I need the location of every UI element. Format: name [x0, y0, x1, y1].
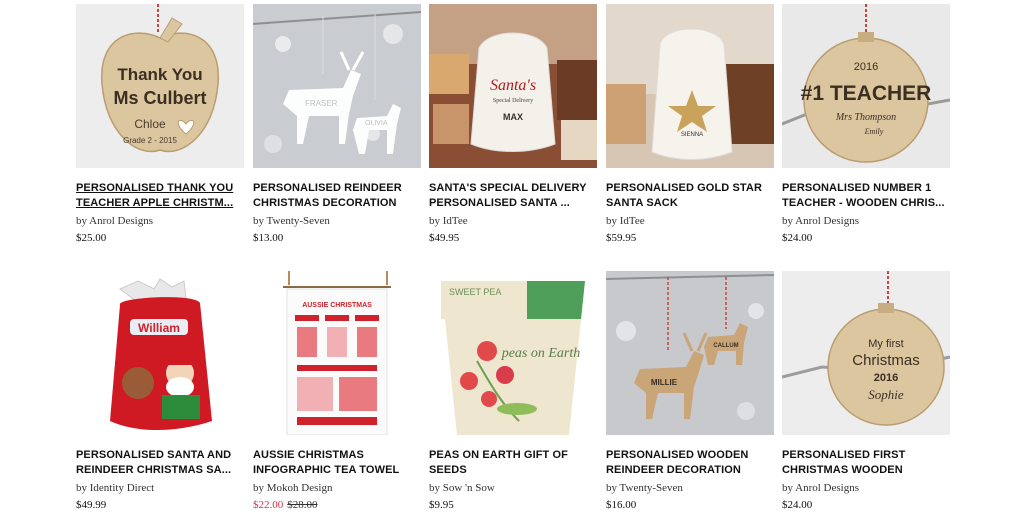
product-title[interactable]: PERSONALISED NUMBER 1 TEACHER - WOODEN C…: [782, 181, 950, 211]
product-image[interactable]: Santa's Special Delivery MAX: [429, 4, 597, 168]
sale-price: $22.00: [253, 499, 284, 511]
svg-text:2016: 2016: [854, 61, 878, 73]
svg-text:SWEET PEA: SWEET PEA: [449, 287, 501, 297]
svg-text:MAX: MAX: [503, 112, 523, 122]
svg-text:Santa's: Santa's: [490, 77, 536, 94]
svg-text:Mrs Thompson: Mrs Thompson: [835, 112, 896, 123]
product-card[interactable]: SWEET PEA peas on Earth PEAS ON EARTH GI…: [429, 271, 597, 512]
svg-text:AUSSIE CHRISTMAS: AUSSIE CHRISTMAS: [302, 302, 372, 309]
svg-text:Grade 2 - 2015: Grade 2 - 2015: [123, 136, 177, 145]
product-price: $9.95: [429, 499, 454, 511]
product-card[interactable]: FRASER OLIVIA PERSONALISED REINDEER CHRI…: [253, 4, 421, 245]
product-brand[interactable]: by Sow 'n Sow: [429, 481, 597, 495]
product-image[interactable]: William: [76, 271, 244, 435]
product-image[interactable]: SIENNA: [606, 4, 774, 168]
product-title[interactable]: PERSONALISED GOLD STAR SANTA SACK: [606, 181, 774, 211]
svg-text:My first: My first: [868, 338, 903, 350]
svg-text:MILLIE: MILLIE: [651, 378, 678, 387]
original-price: $28.00: [287, 499, 318, 511]
product-title[interactable]: PERSONALISED FIRST CHRISTMAS WOODEN: [782, 448, 950, 478]
svg-text:William: William: [138, 321, 180, 335]
svg-text:Special Delivery: Special Delivery: [493, 98, 533, 104]
image-text: Thank You: [117, 65, 202, 84]
product-price: $16.00: [606, 499, 637, 511]
product-price: $24.00: [782, 499, 813, 511]
svg-text:FRASER: FRASER: [305, 99, 338, 108]
product-brand[interactable]: by Twenty-Seven: [253, 214, 421, 228]
svg-text:2016: 2016: [874, 372, 898, 384]
product-price: $24.00: [782, 232, 813, 244]
svg-text:peas on Earth: peas on Earth: [501, 346, 581, 361]
product-title[interactable]: PERSONALISED THANK YOU TEACHER APPLE CHR…: [76, 181, 244, 211]
svg-text:#1 TEACHER: #1 TEACHER: [801, 82, 932, 105]
product-title[interactable]: PERSONALISED REINDEER CHRISTMAS DECORATI…: [253, 181, 421, 211]
product-image[interactable]: 2016 #1 TEACHER Mrs Thompson Emily: [782, 4, 950, 168]
product-price: $59.95: [606, 232, 637, 244]
product-title[interactable]: AUSSIE CHRISTMAS INFOGRAPHIC TEA TOWEL: [253, 448, 421, 478]
product-image[interactable]: FRASER OLIVIA: [253, 4, 421, 168]
product-card[interactable]: SIENNA PERSONALISED GOLD STAR SANTA SACK…: [606, 4, 774, 245]
product-title[interactable]: SANTA'S SPECIAL DELIVERY PERSONALISED SA…: [429, 181, 597, 211]
svg-text:CALLUM: CALLUM: [713, 343, 738, 349]
product-brand[interactable]: by Twenty-Seven: [606, 481, 774, 495]
product-brand[interactable]: by Anrol Designs: [782, 214, 950, 228]
product-card[interactable]: William PERSONALISED SANTA AND REINDEER …: [76, 271, 244, 512]
product-card[interactable]: Thank You Ms Culbert Chloe Grade 2 - 201…: [76, 4, 244, 245]
product-card[interactable]: AUSSIE CHRISTMAS AUSSIE CHRISTMAS INFOGR…: [253, 271, 421, 512]
svg-text:SIENNA: SIENNA: [681, 132, 703, 138]
svg-text:Christmas: Christmas: [852, 352, 920, 369]
product-image[interactable]: My first Christmas 2016 Sophie: [782, 271, 950, 435]
product-price: $22.00 $28.00: [253, 498, 421, 512]
svg-text:Sophie: Sophie: [868, 387, 904, 402]
svg-text:Chloe: Chloe: [134, 117, 166, 131]
product-brand[interactable]: by IdTee: [429, 214, 597, 228]
svg-text:Ms Culbert: Ms Culbert: [113, 88, 206, 108]
product-brand[interactable]: by Mokoh Design: [253, 481, 421, 495]
product-title[interactable]: PERSONALISED WOODEN REINDEER DECORATION: [606, 448, 774, 478]
product-card[interactable]: My first Christmas 2016 Sophie PERSONALI…: [782, 271, 950, 512]
product-price: $49.99: [76, 499, 107, 511]
product-price: $13.00: [253, 232, 284, 244]
product-image[interactable]: SWEET PEA peas on Earth: [429, 271, 597, 435]
product-card[interactable]: Santa's Special Delivery MAX SANTA'S SPE…: [429, 4, 597, 245]
product-price: $49.95: [429, 232, 460, 244]
product-card[interactable]: MILLIE CALLUM PERSONALISED WOODEN REINDE…: [606, 271, 774, 512]
product-card[interactable]: 2016 #1 TEACHER Mrs Thompson Emily PERSO…: [782, 4, 950, 245]
product-title[interactable]: PERSONALISED SANTA AND REINDEER CHRISTMA…: [76, 448, 244, 478]
product-price: $25.00: [76, 232, 107, 244]
product-image[interactable]: MILLIE CALLUM: [606, 271, 774, 435]
product-image[interactable]: Thank You Ms Culbert Chloe Grade 2 - 201…: [76, 4, 244, 168]
product-brand[interactable]: by Anrol Designs: [76, 214, 244, 228]
product-brand[interactable]: by IdTee: [606, 214, 774, 228]
product-title[interactable]: PEAS ON EARTH GIFT OF SEEDS: [429, 448, 597, 478]
product-brand[interactable]: by Identity Direct: [76, 481, 244, 495]
svg-text:Emily: Emily: [864, 127, 884, 136]
product-image[interactable]: AUSSIE CHRISTMAS: [253, 271, 421, 435]
product-brand[interactable]: by Anrol Designs: [782, 481, 950, 495]
svg-text:OLIVIA: OLIVIA: [365, 120, 388, 127]
